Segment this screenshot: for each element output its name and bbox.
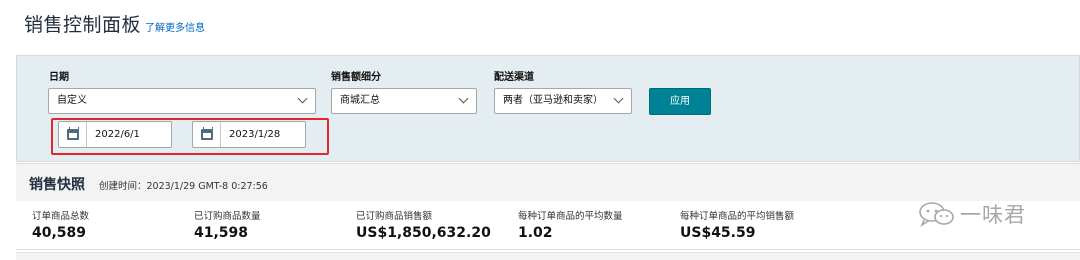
watermark-text: 一味君 <box>960 203 1026 227</box>
breakdown-select[interactable]: 商城汇总 <box>331 88 477 114</box>
page-title: 销售控制面板 <box>24 14 142 36</box>
metric-avg-units: 每种订单商品的平均数量 1.02 <box>518 208 623 241</box>
metric-value: 41,598 <box>194 225 249 241</box>
metric-label: 每种订单商品的平均销售额 <box>680 211 795 222</box>
end-calendar-button[interactable] <box>193 122 221 147</box>
bottom-strip <box>16 252 1080 260</box>
date-label: 日期 <box>49 72 69 83</box>
apply-button[interactable]: 应用 <box>649 88 711 115</box>
learn-more-link[interactable]: 了解更多信息 <box>145 19 205 34</box>
metric-ordered-sales: 已订购商品销售额 US$1,850,632.20 <box>356 208 491 241</box>
watermark: 一味君 <box>918 199 1026 229</box>
wechat-icon <box>918 201 956 228</box>
start-date-field[interactable]: 2022/6/1 <box>58 121 172 148</box>
channel-value: 两者（亚马逊和卖家） <box>503 95 603 106</box>
metric-label: 每种订单商品的平均数量 <box>518 211 623 222</box>
breakdown-value: 商城汇总 <box>340 95 380 106</box>
metric-label: 已订购商品数量 <box>194 211 261 222</box>
snapshot-header: 销售快照 创建时间：2023/1/29 GMT-8 0:27:56 <box>16 163 1080 201</box>
snapshot-created-time: 创建时间：2023/1/29 GMT-8 0:27:56 <box>99 181 268 192</box>
metric-avg-sales: 每种订单商品的平均销售额 US$45.59 <box>680 208 794 241</box>
calendar-icon <box>66 127 79 140</box>
channel-label: 配送渠道 <box>494 72 534 83</box>
metric-value: 40,589 <box>32 225 87 241</box>
filter-panel: 日期 自定义 销售额细分 商城汇总 配送渠道 两者（亚马逊和卖家） 应用 202… <box>16 55 1080 162</box>
start-date-value: 2022/6/1 <box>95 129 140 140</box>
channel-select[interactable]: 两者（亚马逊和卖家） <box>494 88 632 114</box>
metric-value: US$45.59 <box>680 225 756 241</box>
metric-label: 订单商品总数 <box>32 211 90 222</box>
metric-value: US$1,850,632.20 <box>356 225 491 241</box>
title-row: 销售控制面板 了解更多信息 <box>24 10 205 37</box>
date-range-value: 自定义 <box>57 95 87 106</box>
breakdown-label: 销售额细分 <box>331 72 381 83</box>
end-date-value: 2023/1/28 <box>229 129 281 140</box>
snapshot-title: 销售快照 <box>29 177 85 193</box>
chevron-down-icon <box>458 93 469 104</box>
metric-label: 已订购商品销售额 <box>356 211 433 222</box>
chevron-down-icon <box>613 93 624 104</box>
end-date-field[interactable]: 2023/1/28 <box>192 121 306 148</box>
metric-order-items: 订单商品总数 40,589 <box>32 208 89 241</box>
metric-value: 1.02 <box>518 225 553 241</box>
date-range-select[interactable]: 自定义 <box>48 88 316 114</box>
metric-units-ordered: 已订购商品数量 41,598 <box>194 208 261 241</box>
start-calendar-button[interactable] <box>59 122 87 147</box>
chevron-down-icon <box>297 93 308 104</box>
sales-dashboard: 销售控制面板 了解更多信息 日期 自定义 销售额细分 商城汇总 配送渠道 两者（… <box>0 0 1080 260</box>
calendar-icon <box>200 127 213 140</box>
